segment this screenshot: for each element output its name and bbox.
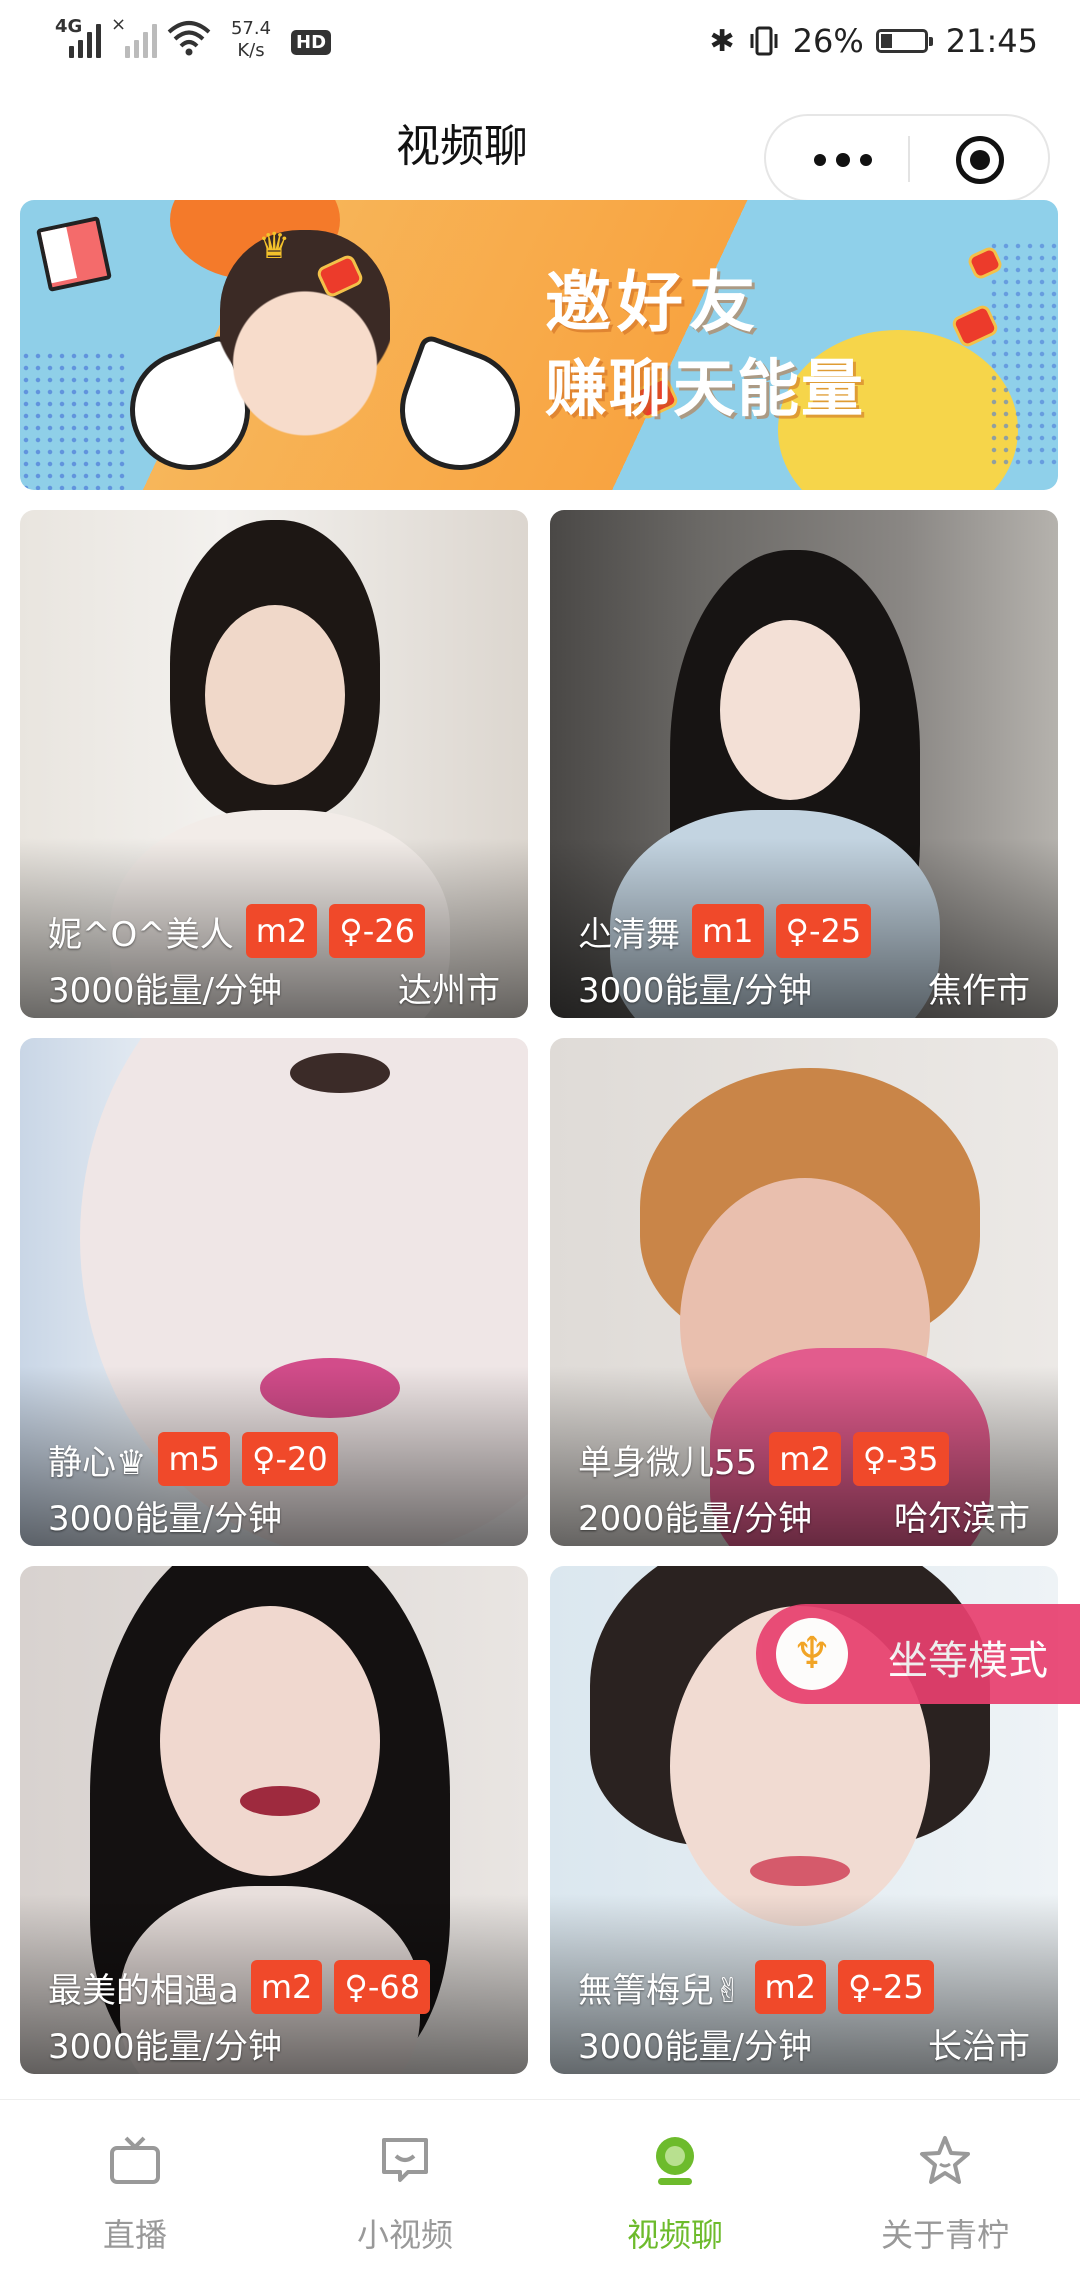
level-badge: m2 — [769, 1432, 841, 1486]
host-name: 妮^O^美人 — [48, 914, 234, 955]
gender-age-badge: ♀-20 — [242, 1432, 338, 1486]
level-badge: m2 — [754, 1960, 827, 2014]
host-city: 长治市 — [928, 2027, 1030, 2067]
banner-headline: 邀好友 — [545, 264, 761, 341]
gender-age-badge: ♀-25 — [838, 1960, 934, 2014]
level-badge: m2 — [245, 904, 318, 958]
host-name: 最美的相遇a — [48, 1970, 239, 2011]
call-rate: 3000能量/分钟 — [578, 2027, 812, 2067]
second-sim-signal-icon: × — [111, 14, 157, 58]
banner-portrait — [220, 230, 390, 460]
bottom-tab-bar: 直播 小视频 视频聊 关于青柠 — [0, 2100, 1080, 2280]
speed-value: 57.4 — [230, 18, 272, 39]
host-card[interactable]: 尐清舞 m1 ♀-25 3000能量/分钟 焦作市 — [550, 510, 1058, 1018]
cellular-signal-icon: 4G — [55, 16, 101, 58]
chat-bubble-icon — [382, 2138, 428, 2182]
host-city: 哈尔滨市 — [894, 1499, 1030, 1539]
status-bar: 4G × 57.4 K/s HD ✱ 26% 21:45 — [0, 0, 1080, 90]
network-type: 4G — [55, 16, 83, 37]
tab-label: 直播 — [102, 2216, 167, 2254]
invite-friends-banner[interactable]: ♛ 邀好友 赚聊天能量 — [20, 200, 1058, 490]
trident-icon: ♆ — [776, 1618, 848, 1690]
level-badge: m2 — [250, 1960, 323, 2014]
clock: 21:45 — [945, 22, 1038, 60]
level-badge: m5 — [158, 1432, 231, 1486]
host-name: 单身微儿55 — [578, 1442, 758, 1483]
speed-unit: K/s — [237, 40, 265, 61]
call-rate: 3000能量/分钟 — [48, 971, 282, 1011]
level-badge: m1 — [692, 904, 764, 958]
call-rate: 3000能量/分钟 — [48, 2027, 282, 2067]
tab-label: 关于青柠 — [880, 2216, 1009, 2254]
host-city: 焦作市 — [928, 971, 1030, 1011]
host-card[interactable]: 单身微儿55 m2 ♀-35 2000能量/分钟 哈尔滨市 — [550, 1038, 1058, 1546]
wing-right-decoration — [383, 333, 537, 487]
star-icon — [920, 2136, 970, 2184]
waiting-mode-label: 坐等模式 — [888, 1638, 1048, 1684]
host-card[interactable]: 最美的相遇a m2 ♀-68 3000能量/分钟 — [20, 1566, 528, 2074]
gender-age-badge: ♀-35 — [852, 1432, 949, 1486]
tab-label: 小视频 — [356, 2216, 453, 2254]
vibrate-icon — [750, 26, 778, 56]
banner-subline: 赚聊天能量 — [545, 352, 866, 425]
call-rate: 3000能量/分钟 — [578, 971, 812, 1011]
tab-about[interactable]: 关于青柠 — [810, 2100, 1080, 2280]
crown-icon: ♛ — [258, 226, 291, 267]
host-name: 静心♛ — [48, 1442, 147, 1483]
miniprogram-capsule — [764, 114, 1050, 202]
call-rate: 3000能量/分钟 — [48, 1499, 282, 1539]
battery-icon — [875, 29, 933, 53]
nav-header: 视频聊 — [0, 90, 1080, 202]
host-name: 無箐梅兒✌ — [578, 1970, 743, 2011]
tab-label: 视频聊 — [626, 2216, 723, 2254]
host-card[interactable]: 静心♛ m5 ♀-20 3000能量/分钟 — [20, 1038, 528, 1546]
gender-age-badge: ♀-26 — [329, 904, 425, 958]
capsule-divider — [908, 136, 910, 182]
bluetooth-icon: ✱ — [709, 23, 735, 59]
wifi-icon — [167, 21, 211, 56]
more-options-button[interactable] — [814, 153, 872, 167]
gender-age-badge: ♀-25 — [775, 904, 872, 958]
waiting-mode-button[interactable]: ♆ 坐等模式 — [756, 1604, 1080, 1704]
gender-age-badge: ♀-68 — [334, 1960, 431, 2014]
page-title-text: 视频聊 — [396, 121, 528, 172]
hd-badge: HD — [291, 30, 332, 55]
close-miniprogram-button[interactable] — [956, 136, 1004, 184]
webcam-icon — [656, 2137, 694, 2185]
network-speed: 57.4 K/s — [221, 18, 281, 62]
host-card[interactable]: 妮^O^美人 m2 ♀-26 3000能量/分钟 达州市 — [20, 510, 528, 1018]
tab-live[interactable]: 直播 — [0, 2100, 270, 2280]
battery-percent: 26% — [792, 22, 864, 60]
host-city: 达州市 — [398, 971, 500, 1011]
tv-icon — [110, 2136, 160, 2184]
call-rate: 2000能量/分钟 — [578, 1499, 812, 1539]
tab-video-chat[interactable]: 视频聊 — [540, 2100, 810, 2280]
host-name: 尐清舞 — [578, 914, 680, 955]
gift-box-icon — [36, 216, 112, 292]
tab-short-video[interactable]: 小视频 — [270, 2100, 540, 2280]
